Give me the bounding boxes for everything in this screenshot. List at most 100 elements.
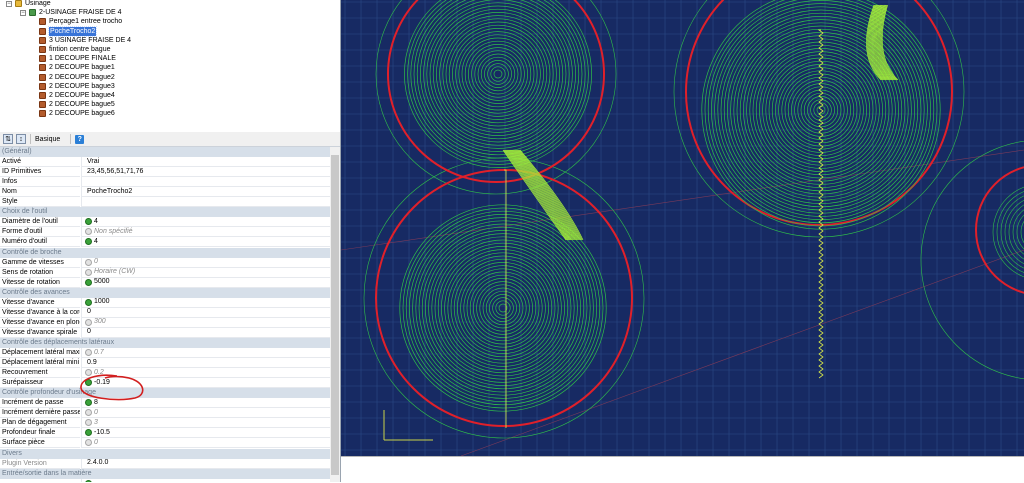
property-value[interactable]: 1000 xyxy=(81,297,330,308)
property-row[interactable]: Diamètre de l'outil 4 xyxy=(0,217,330,228)
property-value[interactable]: 300 xyxy=(81,317,330,328)
property-category[interactable]: Contrôle de broche xyxy=(0,247,330,258)
collapse-icon[interactable]: − xyxy=(6,0,12,7)
property-value[interactable]: 23,45,56,51,71,76 xyxy=(81,167,330,178)
property-row[interactable]: Déplacement latéral maxi 0.7 xyxy=(0,348,330,358)
tree-item[interactable]: − 2-USINAGE FRAISE DE 4 xyxy=(20,8,121,17)
property-category[interactable]: Choix de l'outil xyxy=(0,207,330,218)
override-on-icon[interactable] xyxy=(85,278,92,286)
override-on-icon[interactable] xyxy=(85,429,92,437)
property-row[interactable]: Infos xyxy=(0,177,330,188)
override-off-icon[interactable] xyxy=(85,258,92,266)
override-off-icon[interactable] xyxy=(85,268,92,276)
property-scrollbar[interactable] xyxy=(330,147,340,482)
tree-item[interactable]: 2 DECOUPE bague4 xyxy=(30,91,115,100)
toolpath-ring xyxy=(474,50,522,98)
property-row[interactable]: Sens de rotation Horaire (CW) xyxy=(0,267,330,278)
property-value[interactable]: 3 xyxy=(81,418,330,429)
property-row[interactable]: Vitesse de rotation 5000 xyxy=(0,277,330,288)
property-row[interactable]: Style xyxy=(0,197,330,208)
cam-viewport[interactable] xyxy=(341,0,1024,456)
property-category[interactable]: Divers xyxy=(0,448,330,459)
property-value[interactable]: -10.5 xyxy=(81,428,330,439)
tree-item[interactable]: fintion centre bague xyxy=(30,45,111,54)
property-row[interactable]: Activé Vrai xyxy=(0,157,330,168)
property-value[interactable]: 0.9 xyxy=(81,358,330,369)
property-category[interactable]: (Général) xyxy=(0,147,330,157)
property-row[interactable]: ID Primitives 23,45,56,51,71,76 xyxy=(0,167,330,178)
tree-item[interactable]: 2 DECOUPE bague1 xyxy=(30,63,115,72)
property-label: Vitesse d'avance à la corde xyxy=(0,308,80,318)
override-off-icon[interactable] xyxy=(85,439,92,447)
property-value[interactable]: 2.4.0.0 xyxy=(81,458,330,469)
scrollbar-thumb[interactable] xyxy=(331,155,339,475)
tree-item[interactable]: 2 DECOUPE bague2 xyxy=(30,73,115,82)
basic-mode-button[interactable]: Basique xyxy=(35,136,60,143)
property-row[interactable]: Profondeur finale -10.5 xyxy=(0,428,330,439)
property-value[interactable]: 4 xyxy=(81,217,330,228)
property-row[interactable]: Recouvrement 0.2 xyxy=(0,368,330,379)
help-icon[interactable]: ? xyxy=(75,134,85,144)
property-value[interactable]: Vrai xyxy=(81,157,330,168)
property-row[interactable]: Surépaisseur -0.19 xyxy=(0,378,330,389)
tree-item[interactable]: 2 DECOUPE bague6 xyxy=(30,109,115,118)
property-label: ID Primitives xyxy=(0,167,80,178)
toolpath-ring xyxy=(479,284,527,332)
override-off-icon[interactable] xyxy=(85,318,92,326)
property-value[interactable] xyxy=(81,478,330,482)
property-row[interactable]: Numéro d'outil 4 xyxy=(0,237,330,248)
override-on-icon[interactable] xyxy=(85,238,92,246)
property-value[interactable]: 0.7 xyxy=(81,348,330,358)
property-row[interactable]: Incrément dernière passe 0 xyxy=(0,408,330,419)
property-value[interactable] xyxy=(81,177,330,188)
property-value[interactable]: Horaire (CW) xyxy=(81,267,330,278)
sort-alphabetical-icon[interactable]: ⇅ xyxy=(3,134,13,144)
property-row[interactable]: Vitesse d'avance 1000 xyxy=(0,297,330,308)
property-value[interactable]: PocheTrocho2 xyxy=(81,187,330,198)
property-row[interactable]: Gamme de vitesses 0 xyxy=(0,257,330,268)
toolpath-ring xyxy=(476,281,530,335)
override-on-icon[interactable] xyxy=(85,298,92,306)
override-on-icon[interactable] xyxy=(85,218,92,226)
property-value[interactable]: 5000 xyxy=(81,277,330,288)
tree-item[interactable]: 3 USINAGE FRAISE DE 4 xyxy=(30,36,131,45)
override-off-icon[interactable] xyxy=(85,419,92,427)
property-value[interactable]: 0 xyxy=(81,408,330,419)
override-off-icon[interactable] xyxy=(85,228,92,236)
property-row[interactable]: Forme d'outil Non spécifié xyxy=(0,227,330,238)
property-value-text: 2.4.0.0 xyxy=(87,459,109,467)
trochoid-pass xyxy=(505,149,570,241)
sort-category-icon[interactable]: ↕ xyxy=(16,134,26,144)
offset-outline xyxy=(920,140,1024,380)
property-value[interactable]: Non spécifié xyxy=(81,227,330,238)
property-row[interactable]: Nom PocheTrocho2 xyxy=(0,187,330,198)
property-value[interactable] xyxy=(81,197,330,208)
property-row[interactable]: Plan de dégagement 3 xyxy=(0,418,330,429)
tree-item[interactable]: − Usinage xyxy=(6,0,51,8)
property-row[interactable]: Surface pièce 0 xyxy=(0,438,330,449)
property-value[interactable]: 0 xyxy=(81,438,330,449)
property-category[interactable]: Entrée/sortie dans la matière xyxy=(0,468,330,479)
tree-item[interactable]: PocheTrocho2 xyxy=(30,25,98,37)
property-value[interactable]: 0 xyxy=(81,327,330,338)
property-category[interactable]: Contrôle des avances xyxy=(0,287,330,298)
property-row[interactable]: Déplacement latéral mini 0.9 xyxy=(0,358,330,369)
property-row[interactable]: Incrément de passe 8 xyxy=(0,398,330,409)
override-off-icon[interactable] xyxy=(85,349,92,356)
override-off-icon[interactable] xyxy=(85,409,92,417)
property-row[interactable]: Vitesse d'avance spirale 0 xyxy=(0,327,330,338)
tree-item[interactable]: 1 DECOUPE FINALE xyxy=(30,54,116,63)
property-row[interactable]: Vitesse d'avance à la corde 0 xyxy=(0,307,330,318)
collapse-icon[interactable]: − xyxy=(20,9,26,16)
tree-item[interactable]: 2 DECOUPE bague5 xyxy=(30,100,115,109)
tree-item[interactable]: Perçage1 entree trocho xyxy=(30,17,122,26)
property-value[interactable]: 0 xyxy=(81,257,330,268)
property-row[interactable]: Vitesse d'avance en plongée 300 xyxy=(0,317,330,328)
property-category[interactable]: Contrôle des déplacements latéraux xyxy=(0,337,330,348)
property-row[interactable]: Plugin Version 2.4.0.0 xyxy=(0,458,330,469)
property-value[interactable]: 0 xyxy=(81,307,330,318)
property-category[interactable]: Contrôle profondeur d'usinage xyxy=(0,388,330,399)
tree-item[interactable]: 2 DECOUPE bague3 xyxy=(30,82,115,91)
property-row[interactable] xyxy=(0,478,330,482)
property-value[interactable]: 4 xyxy=(81,237,330,248)
